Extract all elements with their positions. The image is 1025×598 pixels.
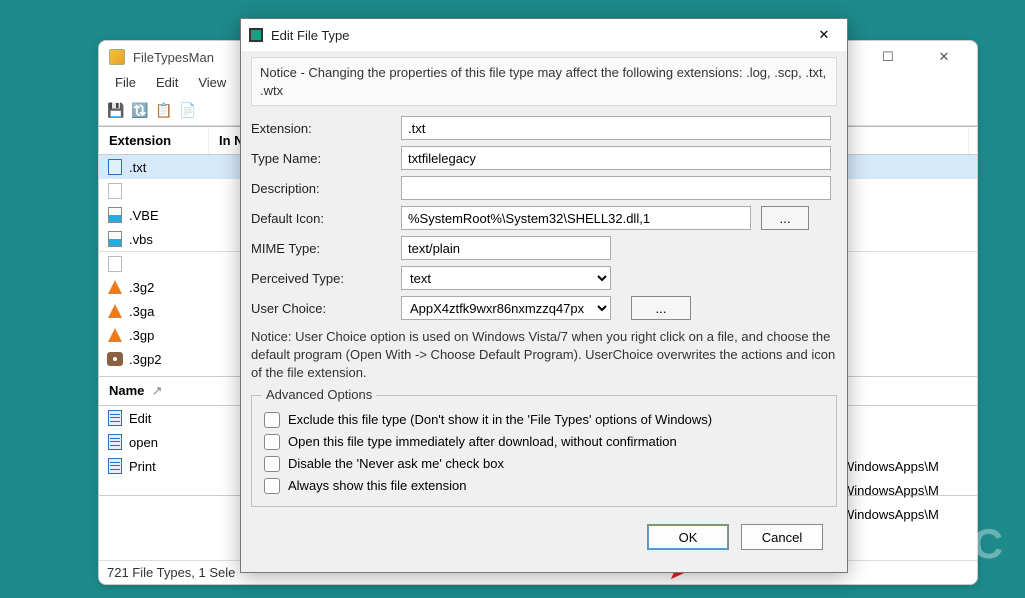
extension-label: .3g2 <box>129 280 154 295</box>
menu-view[interactable]: View <box>188 73 236 95</box>
mime-label: MIME Type: <box>251 241 401 256</box>
advanced-options-legend: Advanced Options <box>262 387 376 402</box>
exclude-label: Exclude this file type (Don't show it in… <box>288 412 712 427</box>
exclude-checkbox[interactable] <box>264 412 280 428</box>
action-label: open <box>129 435 158 450</box>
blank-file-icon <box>108 256 122 272</box>
dialog-titlebar: Edit File Type ✕ <box>241 19 847 51</box>
action-label: Print <box>129 459 156 474</box>
advanced-options-group: Advanced Options Exclude this file type … <box>251 395 837 507</box>
extension-label: .3gp2 <box>129 352 162 367</box>
copy-icon[interactable]: 📋 <box>153 99 175 121</box>
blank-file-icon <box>108 183 122 199</box>
action-icon <box>108 434 122 450</box>
menu-edit[interactable]: Edit <box>146 73 188 95</box>
user-choice-label: User Choice: <box>251 301 401 316</box>
text-file-icon <box>108 159 122 175</box>
action-right-values: WindowsApps\M WindowsApps\M WindowsApps\… <box>842 455 939 527</box>
ok-button[interactable]: OK <box>647 524 729 550</box>
type-name-field[interactable] <box>401 146 831 170</box>
extension-label: .txt <box>129 160 146 175</box>
refresh-icon[interactable]: 🔃 <box>129 99 151 121</box>
column-name[interactable]: Name ↗ <box>99 377 219 405</box>
extension-field[interactable] <box>401 116 831 140</box>
script-icon <box>108 231 122 247</box>
perceived-type-select[interactable]: text <box>401 266 611 290</box>
vlc-cone-icon <box>108 328 122 342</box>
dialog-icon <box>249 28 263 42</box>
action-icon <box>108 410 122 426</box>
app-title: FileTypesMan <box>133 50 214 65</box>
vlc-cone-icon <box>108 280 122 294</box>
edit-file-type-dialog: Edit File Type ✕ Notice - Changing the p… <box>240 18 848 573</box>
cancel-button[interactable]: Cancel <box>741 524 823 550</box>
save-icon[interactable]: 💾 <box>105 99 127 121</box>
dialog-close-button[interactable]: ✕ <box>809 23 839 47</box>
extension-label: .3gp <box>129 328 154 343</box>
user-choice-browse-button[interactable]: ... <box>631 296 691 320</box>
app-icon <box>109 49 125 65</box>
open-immediate-label: Open this file type immediately after do… <box>288 434 677 449</box>
description-field[interactable] <box>401 176 831 200</box>
extension-label: Extension: <box>251 121 401 136</box>
user-choice-select[interactable]: AppX4ztfk9wxr86nxmzzq47px <box>401 296 611 320</box>
user-choice-notice: Notice: User Choice option is used on Wi… <box>251 328 837 383</box>
extension-label: .vbs <box>129 232 153 247</box>
action-icon <box>108 458 122 474</box>
close-button[interactable]: ✕ <box>921 43 967 71</box>
extension-label: .VBE <box>129 208 159 223</box>
dialog-title: Edit File Type <box>271 28 350 43</box>
column-extension[interactable]: Extension <box>99 127 209 154</box>
mime-field[interactable] <box>401 236 611 260</box>
properties-icon[interactable]: 📄 <box>177 99 199 121</box>
description-label: Description: <box>251 181 401 196</box>
maximize-button[interactable]: ☐ <box>865 43 911 71</box>
disable-never-checkbox[interactable] <box>264 456 280 472</box>
action-label: Edit <box>129 411 151 426</box>
open-immediate-checkbox[interactable] <box>264 434 280 450</box>
extension-label: .3ga <box>129 304 154 319</box>
type-name-label: Type Name: <box>251 151 401 166</box>
dialog-notice: Notice - Changing the properties of this… <box>251 57 837 106</box>
disable-never-label: Disable the 'Never ask me' check box <box>288 456 504 471</box>
gimp-icon <box>107 352 123 366</box>
always-show-checkbox[interactable] <box>264 478 280 494</box>
default-icon-label: Default Icon: <box>251 211 401 226</box>
vlc-cone-icon <box>108 304 122 318</box>
always-show-label: Always show this file extension <box>288 478 466 493</box>
default-icon-field[interactable] <box>401 206 751 230</box>
menu-file[interactable]: File <box>105 73 146 95</box>
perceived-label: Perceived Type: <box>251 271 401 286</box>
default-icon-browse-button[interactable]: ... <box>761 206 809 230</box>
script-icon <box>108 207 122 223</box>
